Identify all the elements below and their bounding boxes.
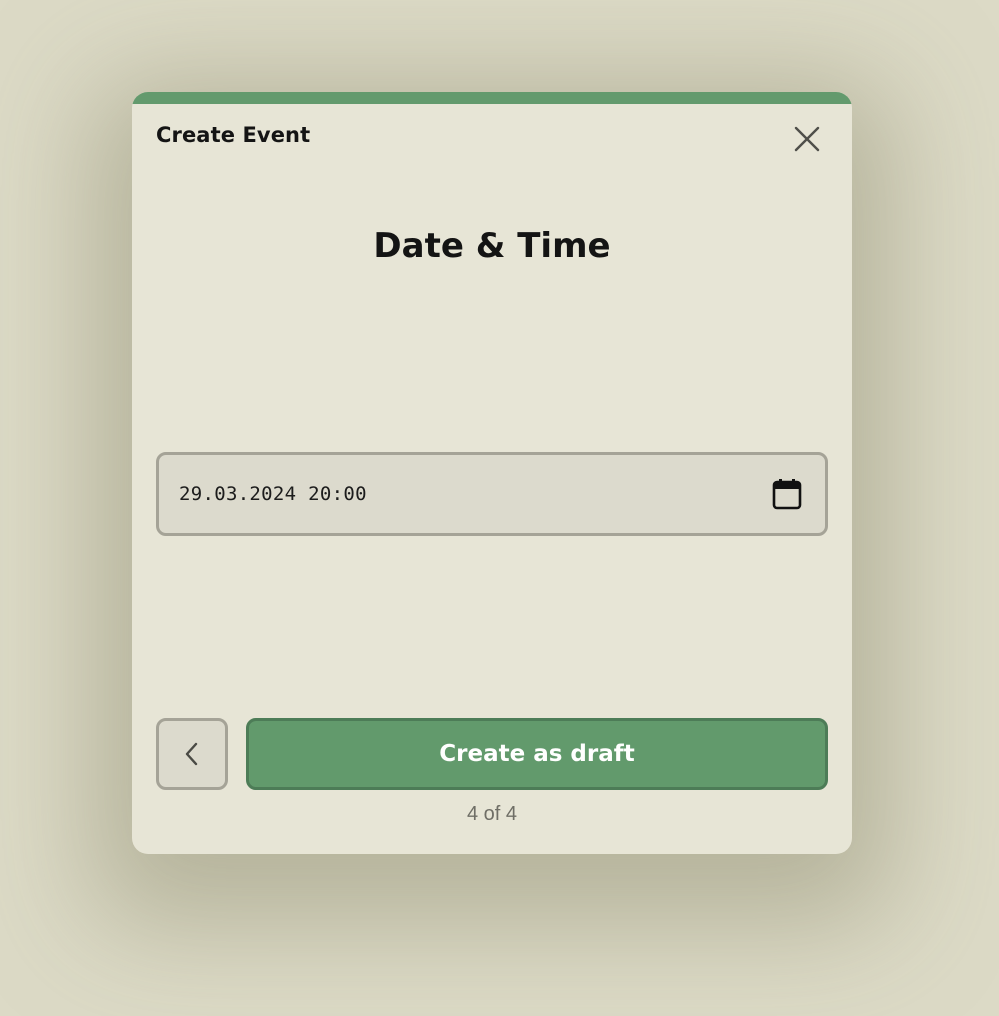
dialog-accent-bar — [132, 92, 852, 104]
back-button[interactable] — [156, 718, 228, 790]
close-button[interactable] — [788, 120, 826, 158]
calendar-icon — [772, 479, 802, 510]
datetime-input[interactable]: 29.03.2024 20:00 — [156, 452, 828, 536]
create-event-dialog: Create Event Date & Time 29.03.2024 20:0… — [132, 92, 852, 854]
chevron-left-icon — [185, 742, 198, 766]
datetime-value[interactable]: 29.03.2024 20:00 — [179, 483, 367, 505]
calendar-picker-button[interactable] — [769, 476, 805, 512]
dialog-title: Create Event — [156, 123, 311, 147]
step-counter: 4 of 4 — [466, 803, 518, 825]
step-heading: Date & Time — [373, 226, 611, 266]
create-as-draft-button[interactable]: Create as draft — [246, 718, 828, 790]
close-icon — [794, 126, 820, 152]
